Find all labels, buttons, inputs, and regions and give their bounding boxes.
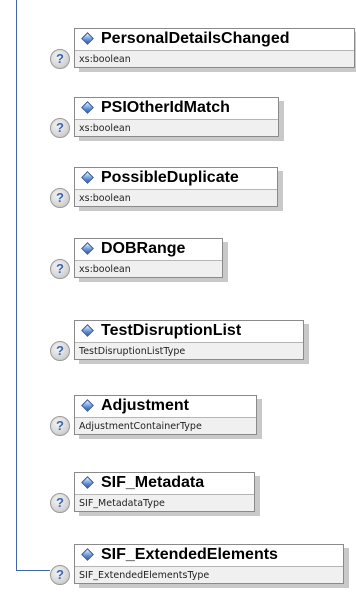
diamond-icon xyxy=(81,32,94,45)
element-row[interactable]: ? Adjustment AdjustmentContainerType xyxy=(0,395,356,443)
element-type: AdjustmentContainerType xyxy=(75,417,256,434)
question-icon[interactable]: ? xyxy=(50,259,70,279)
diamond-icon xyxy=(81,399,94,412)
element-box[interactable]: Adjustment AdjustmentContainerType xyxy=(74,395,257,435)
element-type: SIF_ExtendedElementsType xyxy=(75,566,343,583)
element-box[interactable]: PSIOtherIdMatch xs:boolean xyxy=(74,97,279,137)
element-box[interactable]: PossibleDuplicate xs:boolean xyxy=(74,167,278,207)
element-name: SIF_Metadata xyxy=(101,474,205,491)
element-name: PSIOtherIdMatch xyxy=(101,99,230,116)
diamond-icon xyxy=(81,476,94,489)
element-row[interactable]: ? PersonalDetailsChanged xs:boolean xyxy=(0,28,356,76)
diamond-icon xyxy=(81,242,94,255)
element-box[interactable]: SIF_ExtendedElements SIF_ExtendedElement… xyxy=(74,544,344,584)
diamond-icon xyxy=(81,171,94,184)
element-name: Adjustment xyxy=(101,397,189,414)
element-row[interactable]: ? PossibleDuplicate xs:boolean xyxy=(0,167,356,215)
element-box[interactable]: TestDisruptionList TestDisruptionListTyp… xyxy=(74,320,304,360)
element-type: TestDisruptionListType xyxy=(75,342,303,359)
question-icon[interactable]: ? xyxy=(50,416,70,436)
element-row[interactable]: ? SIF_ExtendedElements SIF_ExtendedEleme… xyxy=(0,544,356,592)
element-type: xs:boolean xyxy=(75,50,354,67)
element-type: xs:boolean xyxy=(75,189,277,206)
element-row[interactable]: ? SIF_Metadata SIF_MetadataType xyxy=(0,472,356,520)
element-name: TestDisruptionList xyxy=(101,322,242,339)
diamond-icon xyxy=(81,548,94,561)
element-box[interactable]: SIF_Metadata SIF_MetadataType xyxy=(74,472,255,512)
element-name: DOBRange xyxy=(101,240,186,257)
element-box[interactable]: PersonalDetailsChanged xs:boolean xyxy=(74,28,355,68)
element-row[interactable]: ? TestDisruptionList TestDisruptionListT… xyxy=(0,320,356,368)
element-row[interactable]: ? PSIOtherIdMatch xs:boolean xyxy=(0,97,356,145)
element-type: xs:boolean xyxy=(75,119,278,136)
question-icon[interactable]: ? xyxy=(50,118,70,138)
element-box[interactable]: DOBRange xs:boolean xyxy=(74,238,223,278)
question-icon[interactable]: ? xyxy=(50,49,70,69)
question-icon[interactable]: ? xyxy=(50,341,70,361)
element-type: xs:boolean xyxy=(75,260,222,277)
element-type: SIF_MetadataType xyxy=(75,494,254,511)
question-icon[interactable]: ? xyxy=(50,565,70,585)
question-icon[interactable]: ? xyxy=(50,493,70,513)
question-icon[interactable]: ? xyxy=(50,188,70,208)
diamond-icon xyxy=(81,324,94,337)
element-name: SIF_ExtendedElements xyxy=(101,546,278,563)
element-name: PersonalDetailsChanged xyxy=(101,30,290,47)
element-row[interactable]: ? DOBRange xs:boolean xyxy=(0,238,356,286)
element-name: PossibleDuplicate xyxy=(101,169,239,186)
diamond-icon xyxy=(81,101,94,114)
